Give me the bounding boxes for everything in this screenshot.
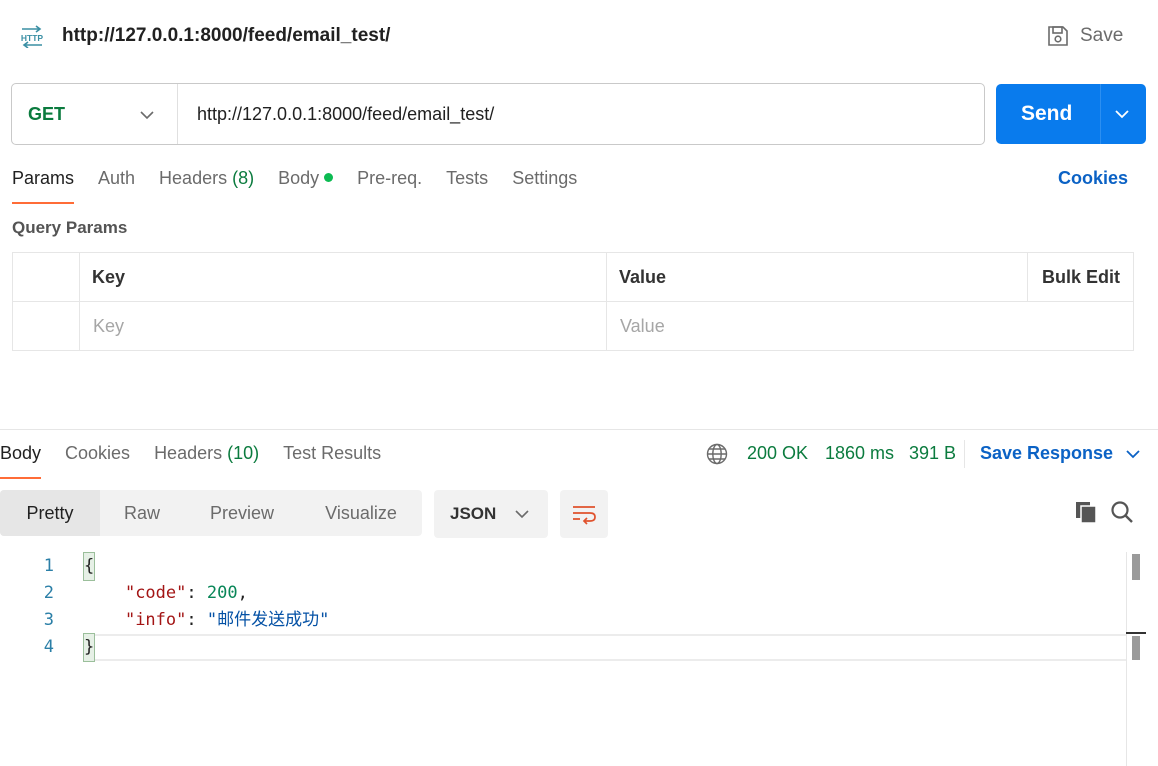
response-tab-test-results[interactable]: Test Results [283,443,381,479]
save-button[interactable]: Save [1046,22,1123,50]
code-line: 3 "info": "邮件发送成功" [0,607,1126,634]
url-bar: GET http://127.0.0.1:8000/feed/email_tes… [11,83,985,145]
request-header: HTTP http://127.0.0.1:8000/feed/email_te… [0,0,1158,72]
response-tab-body[interactable]: Body [0,443,42,479]
key-column-header: Key [92,266,126,287]
body-indicator-dot [324,173,334,182]
param-key-input[interactable]: Key [81,302,607,351]
params-empty-row: Key Value [13,302,1133,351]
send-divider [1100,84,1101,144]
response-body-editor[interactable]: 1 { 2 "code": 200, 3 "info": "邮件发送成功" 4 … [0,552,1126,766]
tab-headers[interactable]: Headers (8) [159,168,254,204]
wrap-lines-icon [573,506,596,525]
response-tabs: Body Cookies Headers (10) Test Results [0,443,405,479]
tab-settings[interactable]: Settings [512,168,577,204]
language-label: JSON [450,504,497,523]
matched-brace: { [82,552,96,581]
params-header-row: Key Value Bulk Edit [13,253,1133,302]
save-icon [1048,26,1068,46]
response-tab-cookies[interactable]: Cookies [65,443,130,479]
request-tabs: Params Auth Headers (8) Body Pre-req. Te… [12,168,601,204]
response-divider[interactable] [0,429,1158,430]
value-column-header: Value [619,266,667,287]
params-table: Key Value Bulk Edit Key Value [12,252,1134,351]
format-toggle-group: Pretty Raw Preview Visualize [0,490,422,536]
save-label: Save [1080,25,1124,46]
line-number: 3 [43,610,54,630]
wrap-lines-button[interactable] [560,490,608,538]
matched-brace: } [82,633,96,662]
format-raw-button[interactable]: Raw [100,490,184,536]
scrollbar-cursor-marker [1126,632,1146,634]
send-options-chevron-icon[interactable] [1114,107,1130,121]
tab-tests[interactable]: Tests [446,168,488,204]
save-response-button[interactable]: Save Response [980,443,1141,464]
search-icon[interactable] [1110,500,1134,524]
request-name[interactable]: http://127.0.0.1:8000/feed/email_test/ [62,25,390,47]
tab-body[interactable]: Body [278,168,334,204]
tab-params[interactable]: Params [12,168,75,204]
json-number: 200 [206,583,238,603]
response-time[interactable]: 1860 ms [825,443,894,464]
line-number: 2 [43,583,54,603]
line-number: 4 [43,637,54,657]
send-label: Send [1021,102,1073,125]
query-params-title: Query Params [12,218,128,237]
bulk-edit-button[interactable]: Bulk Edit [1030,253,1120,301]
json-key: "code" [124,583,187,603]
send-button[interactable]: Send [996,84,1146,144]
code-line: 4 } [0,633,1126,662]
globe-icon[interactable] [706,443,728,465]
column-divider [79,253,80,350]
format-visualize-button[interactable]: Visualize [300,490,422,536]
tab-auth[interactable]: Auth [98,168,135,204]
method-select[interactable]: GET [12,84,178,144]
format-pretty-button[interactable]: Pretty [0,490,100,536]
headers-count: (8) [232,168,255,188]
http-icon: HTTP [21,25,44,48]
save-response-label: Save Response [980,443,1114,463]
chevron-down-icon [515,510,529,519]
tab-pre-request[interactable]: Pre-req. [357,168,422,204]
chevron-down-icon [140,111,154,120]
divider [964,440,965,468]
param-value-input[interactable]: Value [608,302,1133,351]
response-size[interactable]: 391 B [909,443,956,464]
json-key: "info" [124,610,187,630]
language-select[interactable]: JSON [434,490,548,538]
column-divider [606,253,607,350]
svg-text:HTTP: HTTP [21,33,44,43]
chevron-down-icon [1126,449,1140,458]
method-label: GET [28,103,66,124]
response-headers-count: (10) [227,443,260,463]
url-input[interactable]: http://127.0.0.1:8000/feed/email_test/ [178,84,984,144]
column-divider [1027,253,1028,301]
json-string: "邮件发送成功" [206,610,330,630]
code-line: 1 { [0,552,1126,581]
code-line: 2 "code": 200, [0,580,1126,607]
editor-scrollbar[interactable] [1126,552,1127,766]
line-number: 1 [43,556,54,576]
format-preview-button[interactable]: Preview [184,490,300,536]
scrollbar-thumb[interactable] [1132,554,1140,580]
copy-icon[interactable] [1074,500,1098,524]
cookies-link[interactable]: Cookies [1058,168,1128,189]
status-code[interactable]: 200 OK [747,443,808,464]
scrollbar-thumb[interactable] [1132,636,1140,660]
response-tab-headers[interactable]: Headers (10) [154,443,259,479]
